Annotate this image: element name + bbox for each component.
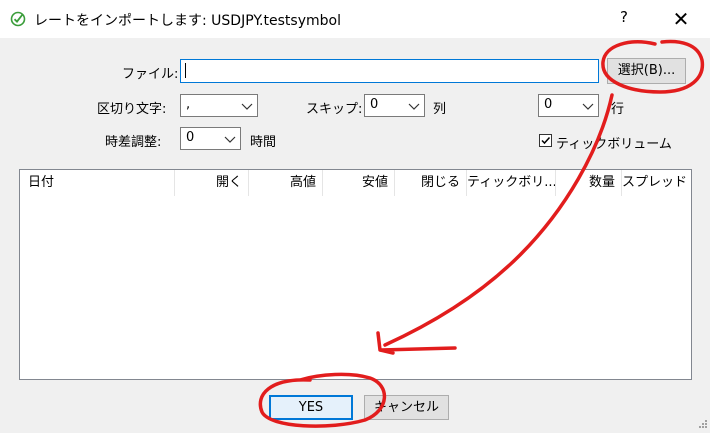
text-caret	[185, 63, 186, 78]
column-header-open[interactable]: 開く	[175, 170, 249, 196]
tick-volume-label[interactable]: ティックボリューム	[556, 133, 672, 152]
chevron-down-icon	[582, 103, 594, 110]
column-header-low[interactable]: 安値	[323, 170, 395, 196]
resize-grip-icon[interactable]	[696, 419, 708, 431]
column-header-volume[interactable]: 数量	[556, 170, 622, 196]
file-label: ファイル:	[122, 67, 179, 82]
column-header-close[interactable]: 閉じる	[395, 170, 467, 196]
skip-columns-value: 0	[370, 97, 379, 112]
close-button[interactable]: ✕	[668, 6, 694, 32]
skip-rows-value: 0	[544, 97, 553, 112]
checkmark-icon	[541, 136, 551, 145]
skip-rows-select[interactable]: 0	[538, 94, 599, 117]
timeshift-label: 時差調整:	[105, 135, 162, 150]
delimiter-select[interactable]: ,	[180, 94, 258, 117]
column-header-date[interactable]: 日付	[20, 170, 175, 196]
tick-volume-checkbox[interactable]	[539, 134, 552, 147]
column-label: 列	[433, 102, 447, 117]
skip-columns-select[interactable]: 0	[364, 94, 425, 117]
browse-button[interactable]: 選択(B)...	[607, 58, 686, 84]
column-header-spread[interactable]: スプレッド	[622, 170, 691, 196]
timeshift-select[interactable]: 0	[180, 127, 241, 150]
column-header-tick-volume[interactable]: ティックボリ...	[467, 170, 556, 196]
hours-label: 時間	[250, 135, 277, 150]
skip-label: スキップ:	[306, 102, 363, 117]
chevron-down-icon	[224, 136, 236, 143]
window-title: レートをインポートします: USDJPY.testsymbol	[34, 13, 341, 29]
timeshift-value: 0	[186, 130, 195, 145]
chevron-down-icon	[241, 103, 253, 110]
delimiter-value: ,	[186, 97, 191, 112]
column-header-high[interactable]: 高値	[249, 170, 323, 196]
preview-table[interactable]: 日付 開く 高値 安値 閉じる ティックボリ... 数量 スプレッド	[19, 169, 692, 380]
cancel-button[interactable]: キャンセル	[364, 395, 449, 420]
help-button[interactable]: ?	[617, 8, 631, 26]
row-label: 行	[611, 102, 625, 117]
delimiter-label: 区切り文字:	[97, 102, 167, 117]
app-check-icon	[10, 11, 26, 27]
yes-button[interactable]: YES	[269, 395, 353, 420]
file-path-input[interactable]	[180, 59, 599, 83]
chevron-down-icon	[408, 103, 420, 110]
